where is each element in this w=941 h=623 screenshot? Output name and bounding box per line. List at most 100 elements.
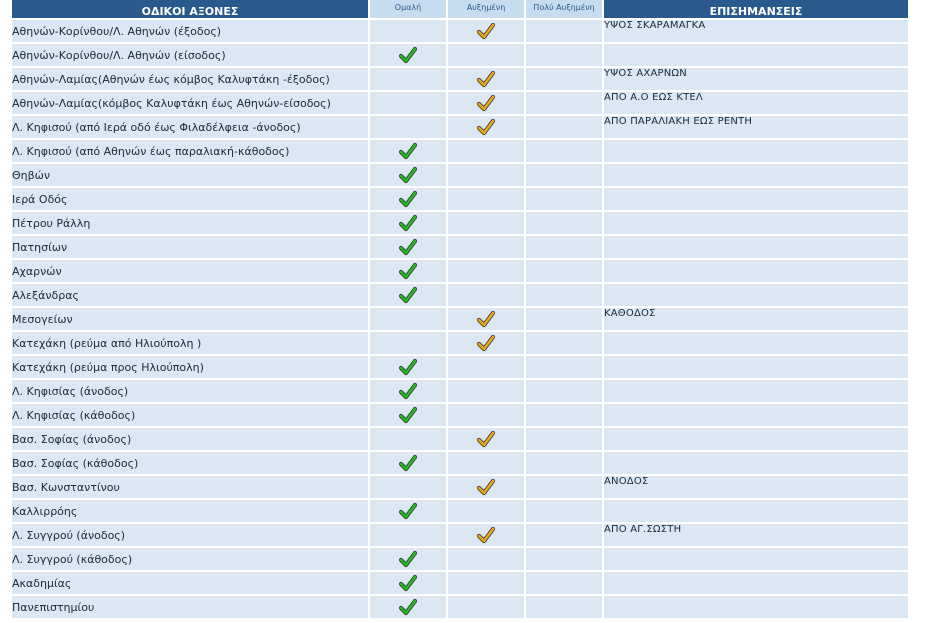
orange-check-icon (477, 526, 495, 544)
traffic-very-increased-cell (526, 260, 602, 282)
traffic-normal-cell (370, 164, 446, 186)
table-row: Πέτρου Ράλλη (12, 212, 908, 234)
note-cell (604, 164, 908, 186)
road-name-cell: Μεσογείων (12, 308, 368, 330)
table-row: Πατησίων (12, 236, 908, 258)
table-row: Καλλιρρόης (12, 500, 908, 522)
header-very-increased: Πολύ Αυξημένη (526, 0, 602, 18)
road-name-cell: Πέτρου Ράλλη (12, 212, 368, 234)
table-row: Αθηνών-Κορίνθου/Λ. Αθηνών (είσοδος) (12, 44, 908, 66)
traffic-increased-cell (448, 68, 524, 90)
note-cell (604, 332, 908, 354)
traffic-increased-cell (448, 428, 524, 450)
traffic-normal-cell (370, 188, 446, 210)
road-name-cell: Καλλιρρόης (12, 500, 368, 522)
traffic-normal-cell (370, 524, 446, 546)
table-row: Θηβών (12, 164, 908, 186)
road-name-cell: Πατησίων (12, 236, 368, 258)
traffic-normal-cell (370, 380, 446, 402)
traffic-very-increased-cell (526, 212, 602, 234)
table-row: Λ. Κηφισού (από Ιερά οδό έως Φιλαδέλφεια… (12, 116, 908, 138)
road-name-cell: Αθηνών-Κορίνθου/Λ. Αθηνών (έξοδος) (12, 20, 368, 42)
table-row: Λ. Κηφισίας (άνοδος) (12, 380, 908, 402)
traffic-very-increased-cell (526, 548, 602, 570)
note-cell (604, 44, 908, 66)
table-row: Κατεχάκη (ρεύμα από Ηλιούπολη ) (12, 332, 908, 354)
note-cell (604, 500, 908, 522)
traffic-very-increased-cell (526, 452, 602, 474)
traffic-very-increased-cell (526, 500, 602, 522)
table-row: Λ. Συγγρού (κάθοδος) (12, 548, 908, 570)
note-cell (604, 428, 908, 450)
note-cell (604, 548, 908, 570)
traffic-normal-cell (370, 140, 446, 162)
green-check-icon (399, 406, 417, 424)
road-name-cell: Λ. Συγγρού (άνοδος) (12, 524, 368, 546)
traffic-increased-cell (448, 332, 524, 354)
traffic-normal-cell (370, 428, 446, 450)
traffic-very-increased-cell (526, 404, 602, 426)
traffic-normal-cell (370, 476, 446, 498)
traffic-normal-cell (370, 92, 446, 114)
traffic-normal-cell (370, 68, 446, 90)
table-row: Βασ. Σοφίας (κάθοδος) (12, 452, 908, 474)
road-name-cell: Αθηνών-Κορίνθου/Λ. Αθηνών (είσοδος) (12, 44, 368, 66)
road-name-cell: Βασ. Σοφίας (άνοδος) (12, 428, 368, 450)
table-row: Ακαδημίας (12, 572, 908, 594)
green-check-icon (399, 166, 417, 184)
traffic-very-increased-cell (526, 356, 602, 378)
traffic-normal-cell (370, 452, 446, 474)
table-row: Λ. Κηφισού (από Αθηνών έως παραλιακή-κάθ… (12, 140, 908, 162)
note-cell: ΑΠΟ ΠΑΡΑΛΙΑΚΗ ΕΩΣ ΡΕΝΤΗ (604, 116, 908, 138)
traffic-normal-cell (370, 260, 446, 282)
traffic-very-increased-cell (526, 428, 602, 450)
table-row: Αχαρνών (12, 260, 908, 282)
road-name-cell: Λ. Κηφισίας (άνοδος) (12, 380, 368, 402)
road-name-cell: Αλεξάνδρας (12, 284, 368, 306)
traffic-increased-cell (448, 500, 524, 522)
note-cell (604, 284, 908, 306)
traffic-normal-cell (370, 596, 446, 618)
traffic-normal-cell (370, 356, 446, 378)
orange-check-icon (477, 310, 495, 328)
note-cell (604, 236, 908, 258)
traffic-increased-cell (448, 404, 524, 426)
traffic-increased-cell (448, 188, 524, 210)
green-check-icon (399, 598, 417, 616)
table-row: Λ. Κηφισίας (κάθοδος) (12, 404, 908, 426)
note-cell (604, 572, 908, 594)
road-name-cell: Λ. Κηφισίας (κάθοδος) (12, 404, 368, 426)
orange-check-icon (477, 94, 495, 112)
traffic-very-increased-cell (526, 380, 602, 402)
traffic-increased-cell (448, 308, 524, 330)
traffic-normal-cell (370, 116, 446, 138)
road-name-cell: Αχαρνών (12, 260, 368, 282)
traffic-table: ΟΔΙΚΟΙ ΑΞΟΝΕΣ ΕΠΙΣΗΜΑΝΣΕΙΣ Ομαλή Αυξημέν… (10, 0, 910, 620)
traffic-very-increased-cell (526, 188, 602, 210)
traffic-very-increased-cell (526, 44, 602, 66)
traffic-increased-cell (448, 572, 524, 594)
traffic-very-increased-cell (526, 308, 602, 330)
table-row: Αθηνών-Λαμίας(κόμβος Καλυφτάκη έως Αθηνώ… (12, 92, 908, 114)
green-check-icon (399, 46, 417, 64)
green-check-icon (399, 142, 417, 160)
traffic-increased-cell (448, 356, 524, 378)
orange-check-icon (477, 22, 495, 40)
traffic-increased-cell (448, 524, 524, 546)
road-name-cell: Λ. Κηφισού (από Αθηνών έως παραλιακή-κάθ… (12, 140, 368, 162)
traffic-very-increased-cell (526, 140, 602, 162)
road-name-cell: Ιερά Οδός (12, 188, 368, 210)
orange-check-icon (477, 478, 495, 496)
note-cell: ΑΠΟ Α.Ο ΕΩΣ ΚΤΕΛ (604, 92, 908, 114)
road-name-cell: Λ. Κηφισού (από Ιερά οδό έως Φιλαδέλφεια… (12, 116, 368, 138)
traffic-status-page: ΟΔΙΚΟΙ ΑΞΟΝΕΣ ΕΠΙΣΗΜΑΝΣΕΙΣ Ομαλή Αυξημέν… (0, 0, 941, 623)
traffic-increased-cell (448, 236, 524, 258)
note-cell (604, 260, 908, 282)
traffic-normal-cell (370, 332, 446, 354)
table-row: Αλεξάνδρας (12, 284, 908, 306)
traffic-very-increased-cell (526, 524, 602, 546)
traffic-increased-cell (448, 452, 524, 474)
road-name-cell: Πανεπιστημίου (12, 596, 368, 618)
header-increased: Αυξημένη (448, 0, 524, 18)
note-cell (604, 356, 908, 378)
